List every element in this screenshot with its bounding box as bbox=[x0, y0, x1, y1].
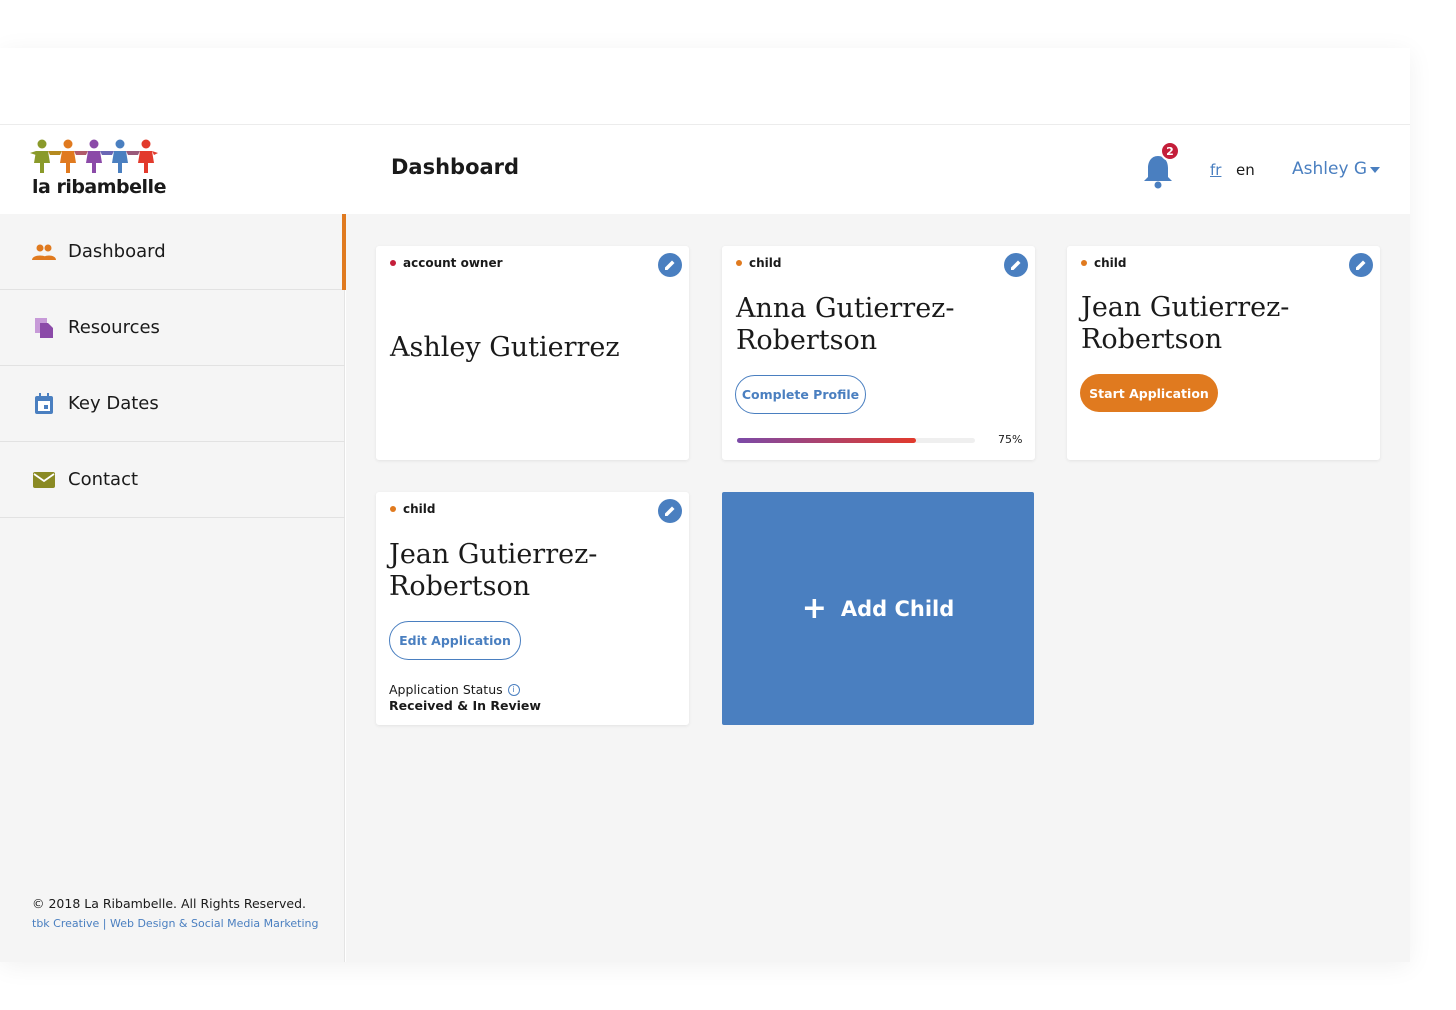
edit-pencil-icon[interactable] bbox=[658, 253, 682, 277]
profile-card-child: child Anna Gutierrez-Robertson Complete … bbox=[722, 246, 1035, 460]
add-child-label: Add Child bbox=[840, 596, 955, 621]
sidebar-item-label: Contact bbox=[68, 469, 139, 490]
profile-name: Jean Gutierrez-Robertson bbox=[1081, 292, 1290, 355]
add-child-button[interactable]: + Add Child bbox=[722, 492, 1034, 725]
edit-pencil-icon[interactable] bbox=[658, 499, 682, 523]
profile-name: Jean Gutierrez-Robertson bbox=[389, 539, 598, 602]
footer-credit-link[interactable]: tbk Creative | Web Design & Social Media… bbox=[32, 917, 318, 930]
sidebar: la ribambelle Dashboard Resources Key Da… bbox=[0, 125, 346, 962]
profile-progress-fill bbox=[737, 438, 916, 443]
footer-copyright: © 2018 La Ribambelle. All Rights Reserve… bbox=[32, 896, 307, 911]
lang-fr-link[interactable]: fr bbox=[1210, 161, 1221, 179]
application-status-label-text: Application Status bbox=[389, 682, 503, 697]
info-icon[interactable]: i bbox=[507, 683, 520, 696]
role-tag-label: child bbox=[1094, 256, 1127, 270]
sidebar-item-dashboard[interactable]: Dashboard bbox=[0, 214, 346, 290]
role-tag: child bbox=[736, 256, 781, 270]
role-dot bbox=[390, 506, 396, 512]
profile-progress-value: 75% bbox=[998, 433, 1023, 446]
lang-en-link[interactable]: en bbox=[1236, 161, 1255, 179]
role-tag: child bbox=[1081, 256, 1126, 270]
application-status-label: Application Status i bbox=[389, 682, 520, 697]
edit-application-button[interactable]: Edit Application bbox=[389, 621, 521, 660]
sidebar-nav: Dashboard Resources Key Dates Contact bbox=[0, 214, 346, 518]
sidebar-item-contact[interactable]: Contact bbox=[0, 442, 345, 518]
app-frame: la ribambelle Dashboard Resources Key Da… bbox=[0, 48, 1410, 962]
profile-card-child: child Jean Gutierrez-Robertson Edit Appl… bbox=[376, 492, 689, 725]
profile-name: Anna Gutierrez-Robertson bbox=[736, 293, 955, 356]
role-tag-label: child bbox=[403, 502, 436, 516]
profile-card-child: child Jean Gutierrez-Robertson Start App… bbox=[1067, 246, 1380, 460]
ribambelle-logo-icon bbox=[30, 139, 158, 173]
profile-progress-bar bbox=[737, 438, 975, 443]
role-tag: child bbox=[390, 502, 435, 516]
people-icon bbox=[32, 240, 56, 264]
logo[interactable]: la ribambelle bbox=[0, 125, 345, 214]
top-bar bbox=[0, 48, 1410, 125]
application-status-value: Received & In Review bbox=[389, 698, 541, 713]
user-menu[interactable]: Ashley G bbox=[1292, 159, 1367, 179]
sidebar-item-label: Dashboard bbox=[68, 241, 166, 262]
calendar-icon bbox=[32, 392, 56, 416]
plus-icon: + bbox=[801, 590, 827, 626]
edit-pencil-icon[interactable] bbox=[1004, 253, 1028, 277]
sidebar-item-label: Key Dates bbox=[68, 393, 159, 414]
role-dot bbox=[1081, 260, 1087, 266]
profile-name: Ashley Gutierrez bbox=[390, 332, 620, 363]
role-tag: account owner bbox=[390, 256, 503, 270]
notification-badge: 2 bbox=[1160, 141, 1180, 161]
start-application-button[interactable]: Start Application bbox=[1080, 374, 1218, 412]
edit-pencil-icon[interactable] bbox=[1349, 253, 1373, 277]
main-content: account owner Ashley Gutierrez child Ann… bbox=[346, 214, 1410, 962]
sidebar-item-label: Resources bbox=[68, 317, 160, 338]
role-dot bbox=[736, 260, 742, 266]
role-tag-label: account owner bbox=[403, 256, 503, 270]
role-dot bbox=[390, 260, 396, 266]
chevron-down-icon[interactable] bbox=[1370, 167, 1380, 173]
page-title: Dashboard bbox=[391, 155, 520, 179]
page-header: Dashboard 2 fr en Ashley G bbox=[346, 125, 1410, 214]
mail-icon bbox=[32, 468, 56, 492]
sidebar-item-resources[interactable]: Resources bbox=[0, 290, 345, 366]
role-tag-label: child bbox=[749, 256, 782, 270]
sidebar-item-key-dates[interactable]: Key Dates bbox=[0, 366, 345, 442]
document-icon bbox=[32, 316, 56, 340]
profile-card-account-owner: account owner Ashley Gutierrez bbox=[376, 246, 689, 460]
logo-text: la ribambelle bbox=[32, 176, 166, 198]
complete-profile-button[interactable]: Complete Profile bbox=[735, 375, 866, 414]
